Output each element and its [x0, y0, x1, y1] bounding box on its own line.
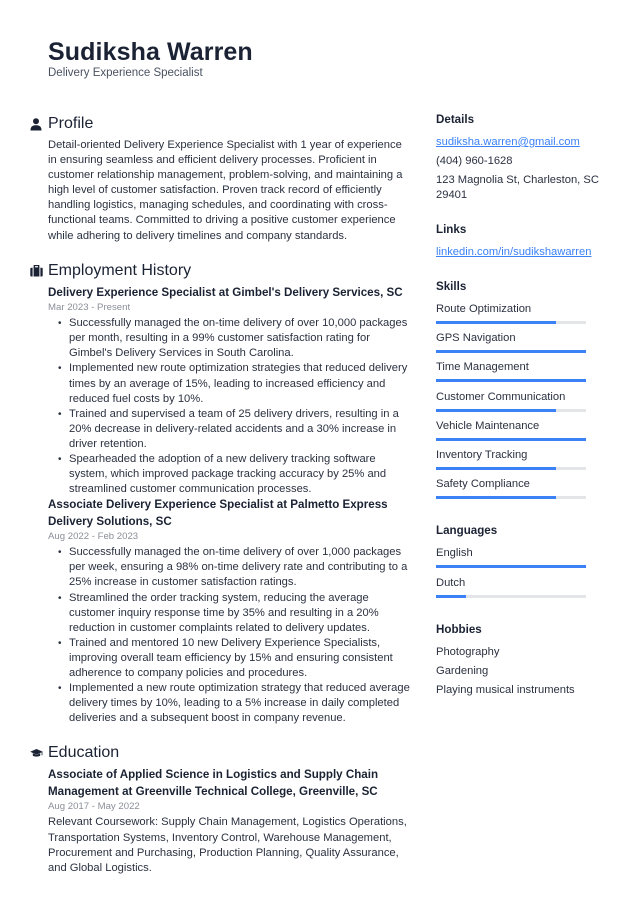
job-bullet: Spearheaded the adoption of a new delive…: [58, 452, 410, 497]
skills-heading: Skills: [436, 280, 467, 293]
profile-section: Profile Detail-oriented Delivery Experie…: [30, 113, 410, 244]
language-level-bar: [436, 565, 586, 569]
details-heading: Details: [436, 113, 475, 126]
language-label: English: [436, 547, 473, 560]
skill-label: Time Management: [436, 361, 529, 374]
language-item: English: [436, 546, 616, 575]
skill-label: Customer Communication: [436, 390, 566, 403]
languages-list: English Dutch: [436, 546, 616, 604]
profile-summary: Detail-oriented Delivery Experience Spec…: [48, 139, 403, 242]
job-bullet: Trained and supervised a team of 25 deli…: [58, 407, 410, 452]
skill-level-bar: [436, 437, 586, 441]
hobbies-heading: Hobbies: [436, 622, 482, 636]
skill-level-fill: [436, 496, 556, 500]
education-entry: Associate of Applied Science in Logistic…: [30, 767, 410, 875]
job-bullets: Successfully managed the on-time deliver…: [48, 545, 410, 726]
sidebar: Details sudiksha.warren@gmail.com (404) …: [436, 113, 616, 702]
skills-section: Skills Route Optimization GPS Navigation T…: [436, 280, 616, 506]
hobby-item: Playing musical instruments: [436, 683, 575, 696]
education-heading: Education: [48, 744, 120, 762]
job-bullet: Trained and mentored 10 new Delivery Exp…: [58, 636, 410, 681]
skill-level-fill: [436, 466, 556, 470]
degree-title: Associate of Applied Science in Logistic…: [48, 768, 379, 798]
briefcase-icon: [30, 264, 48, 277]
linkedin-link[interactable]: linkedin.com/in/sudikshawarren: [436, 245, 616, 260]
hobby-item: Gardening: [436, 664, 489, 677]
phone-number: (404) 960-1628: [436, 155, 513, 167]
job-dates: Mar 2023 - Present: [48, 302, 131, 314]
employment-heading: Employment History: [48, 261, 192, 279]
graduation-cap-icon: [30, 748, 48, 758]
email-link[interactable]: sudiksha.warren@gmail.com: [436, 135, 616, 150]
skill-item: Route Optimization: [436, 302, 616, 331]
hobbies-list: Photography Gardening Playing musical inst…: [436, 645, 616, 698]
details-section: Details sudiksha.warren@gmail.com (404) …: [436, 113, 616, 203]
skill-level-bar: [436, 350, 586, 354]
job-title: Associate Delivery Experience Specialist…: [48, 498, 388, 528]
job-bullet: Streamlined the order tracking system, r…: [58, 591, 410, 636]
skill-level-bar: [436, 408, 586, 412]
education-section: Education Associate of Applied Science i…: [30, 742, 410, 875]
skills-list: Route Optimization GPS Navigation Time Man…: [436, 302, 616, 506]
employment-section: Employment History Delivery Experience S…: [30, 260, 410, 727]
main-column: Profile Detail-oriented Delivery Experie…: [30, 113, 410, 876]
job-list: Delivery Experience Specialist at Gimbel…: [30, 285, 410, 727]
skill-level-bar: [436, 379, 586, 383]
language-item: Dutch: [436, 576, 616, 605]
job-entry: Associate Delivery Experience Specialist…: [48, 497, 410, 726]
skill-level-bar: [436, 321, 586, 324]
links-heading: Links: [436, 223, 467, 236]
skill-level-bar: [436, 466, 586, 470]
candidate-name: Sudiksha Warren: [48, 38, 253, 66]
job-bullet: Implemented a new route optimization str…: [58, 681, 410, 726]
person-icon: [30, 117, 48, 131]
skill-level-fill: [436, 321, 556, 324]
address: 123 Magnolia St, Charleston, SC 29401: [436, 174, 599, 201]
skill-level-fill: [436, 350, 586, 354]
skill-level-fill: [436, 437, 586, 441]
skill-label: Route Optimization: [436, 303, 532, 315]
hobby-item: Photography: [436, 645, 500, 658]
job-title: Delivery Experience Specialist at Gimbel…: [48, 285, 403, 299]
hobbies-section: Hobbies Photography Gardening Playing musi…: [436, 623, 616, 698]
job-bullet: Implemented new route optimization strat…: [58, 361, 410, 406]
skill-item: Safety Compliance: [436, 477, 616, 506]
job-bullets: Successfully managed the on-time deliver…: [48, 316, 410, 497]
language-label: Dutch: [436, 576, 466, 589]
language-level-fill: [436, 565, 586, 569]
profile-heading: Profile: [48, 115, 94, 132]
skill-level-fill: [436, 408, 556, 412]
job-entry: Delivery Experience Specialist at Gimbel…: [48, 285, 410, 498]
candidate-title: Delivery Experience Specialist: [48, 67, 203, 79]
skill-label: Inventory Tracking: [436, 448, 528, 461]
degree-description: Relevant Coursework: Supply Chain Manage…: [48, 816, 407, 874]
links-section: Links linkedin.com/in/sudikshawarren: [436, 223, 616, 260]
job-dates: Aug 2022 - Feb 2023: [48, 531, 139, 543]
skill-level-fill: [436, 379, 586, 383]
skill-item: Vehicle Maintenance: [436, 419, 616, 448]
job-bullet: Successfully managed the on-time deliver…: [58, 545, 410, 590]
degree-dates: Aug 2017 - May 2022: [48, 801, 140, 813]
skill-label: Safety Compliance: [436, 478, 530, 491]
skill-label: GPS Navigation: [436, 332, 516, 345]
skill-item: Inventory Tracking: [436, 448, 616, 477]
skill-item: GPS Navigation: [436, 331, 616, 360]
language-level-bar: [436, 594, 586, 598]
languages-section: Languages English Dutch: [436, 524, 616, 604]
languages-heading: Languages: [436, 524, 498, 538]
skill-item: Time Management: [436, 360, 616, 389]
job-bullet: Successfully managed the on-time deliver…: [58, 316, 410, 361]
language-level-fill: [436, 594, 466, 598]
skill-level-bar: [436, 496, 586, 500]
skill-item: Customer Communication: [436, 390, 616, 419]
skill-label: Vehicle Maintenance: [436, 419, 540, 432]
